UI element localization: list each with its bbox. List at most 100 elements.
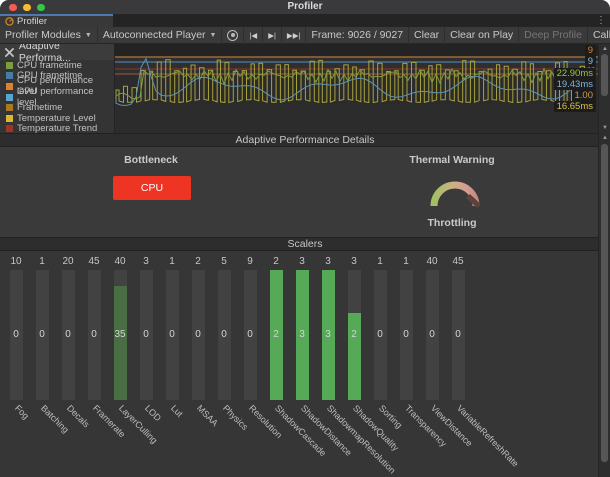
prev-frame-icon: |◀ (249, 31, 257, 40)
scaler-column-ShadowDistance: 33ShadowDistance (289, 251, 315, 477)
scaler-column-Batching: 10Batching (29, 251, 55, 477)
scaler-current-level: 2 (263, 329, 289, 340)
scaler-max-level: 9 (237, 256, 263, 267)
legend-swatch-icon (6, 125, 13, 132)
scaler-max-level: 45 (81, 256, 107, 267)
scaler-max-level: 10 (3, 256, 29, 267)
frametime-chart[interactable]: 9922.90ms19.43ms1.0016.65ms (115, 44, 598, 133)
scroll-up-icon[interactable]: ▲ (599, 135, 610, 141)
scaler-column-Framerate: 450Framerate (81, 251, 107, 477)
scaler-current-level: 3 (315, 329, 341, 340)
scaler-current-level: 0 (29, 329, 55, 340)
legend-swatch-icon (6, 72, 13, 79)
module-header-adaptive-performance[interactable]: Adaptive Performa... (0, 44, 114, 60)
scroll-up-icon[interactable]: ▲ (599, 46, 610, 52)
scaler-max-level: 3 (133, 256, 159, 267)
scroll-down-icon[interactable]: ▼ (599, 125, 610, 131)
profiler-window: Profiler Profiler ⋮ Profiler Modules ▼ A… (0, 0, 610, 477)
legend-swatch-icon (6, 83, 13, 90)
tools-icon (4, 47, 15, 58)
chevron-down-icon: ▼ (210, 32, 217, 39)
scaler-column-ShadowmapResolution: 33ShadowmapResolution (315, 251, 341, 477)
clear-button[interactable]: Clear (409, 27, 445, 44)
module-panel: Adaptive Performa... CPU frametimeGPU fr… (0, 44, 115, 133)
profiler-modules-dropdown[interactable]: Profiler Modules ▼ (0, 27, 98, 44)
scaler-current-level: 0 (133, 329, 159, 340)
scaler-fill (348, 313, 361, 400)
scaler-name: Lut (169, 403, 185, 419)
scaler-current-level: 2 (341, 329, 367, 340)
scaler-current-level: 0 (237, 329, 263, 340)
scaler-current-level: 0 (367, 329, 393, 340)
scaler-fill (114, 286, 127, 400)
prev-frame-button[interactable]: |◀ (244, 27, 263, 44)
toolbar: Profiler Modules ▼ Autoconnected Player … (0, 27, 610, 44)
scaler-current-level: 0 (419, 329, 445, 340)
legend-label: Temperature Level (17, 113, 96, 124)
scaler-column-Fog: 100Fog (3, 251, 29, 477)
scaler-column-LOD: 30LOD (133, 251, 159, 477)
thermal-gauge-icon (425, 171, 485, 213)
next-frame-button[interactable]: ▶| (263, 27, 282, 44)
legend-item[interactable]: Temperature Level (0, 113, 114, 124)
scaler-column-LayerCulling: 4035LayerCulling (107, 251, 133, 477)
chart-value-badge: 9 (585, 56, 596, 67)
thermal-warning-label: Thermal Warning (392, 154, 512, 166)
frame-counter: Frame: 9026 / 9027 (306, 27, 409, 44)
legend-label: CPU frametime (17, 60, 82, 71)
legend-label: Temperature Trend (17, 123, 97, 133)
chart-canvas (115, 44, 598, 133)
legend-item[interactable]: GPU performance level (0, 92, 114, 103)
scaler-column-Transparency: 10Transparency (393, 251, 419, 477)
profiler-gauge-icon (5, 17, 14, 26)
legend: CPU frametimeGPU frametimeCPU performanc… (0, 60, 114, 133)
scalers-panel: 100Fog10Batching200Decals450Framerate403… (0, 251, 598, 477)
module-scrollbar[interactable]: ▲ ▼ (598, 44, 610, 133)
chart-value-badge: 22.90ms (554, 68, 596, 79)
main-scrollbar[interactable]: ▲ (598, 133, 610, 477)
call-stacks-dropdown[interactable]: Call Stacks ▼ (588, 27, 610, 44)
bottleneck-status-badge: CPU (113, 176, 191, 200)
title-bar: Profiler (0, 0, 610, 14)
scaler-column-VariableRefreshRate: 450VariableRefreshRate (445, 251, 471, 477)
legend-swatch-icon (6, 62, 13, 69)
legend-swatch-icon (6, 104, 13, 111)
scaler-column-Decals: 200Decals (55, 251, 81, 477)
target-player-label: Autoconnected Player (103, 29, 206, 41)
window-title: Profiler (0, 0, 610, 14)
scaler-name: VariableRefreshRate (455, 403, 521, 469)
scaler-current-level: 0 (445, 329, 471, 340)
chart-value-badge: 1.00 (572, 90, 597, 101)
chart-value-badge: 19.43ms (554, 79, 596, 90)
clear-on-play-button[interactable]: Clear on Play (445, 27, 519, 44)
call-stacks-label: Call Stacks (593, 29, 610, 41)
scaler-column-MSAA: 20MSAA (185, 251, 211, 477)
scrollbar-thumb[interactable] (601, 144, 608, 462)
legend-item[interactable]: Temperature Trend (0, 124, 114, 133)
deep-profile-button[interactable]: Deep Profile (519, 27, 588, 44)
target-player-dropdown[interactable]: Autoconnected Player ▼ (98, 27, 223, 44)
bottleneck-label: Bottleneck (91, 154, 211, 166)
scaler-column-Lut: 10Lut (159, 251, 185, 477)
current-frame-icon: ▶▶| (287, 31, 300, 40)
scaler-max-level: 1 (29, 256, 55, 267)
profiler-modules-label: Profiler Modules (5, 29, 81, 41)
scalers-section-header: Scalers (0, 237, 610, 251)
scaler-current-level: 0 (185, 329, 211, 340)
tab-profiler[interactable]: Profiler (0, 14, 113, 27)
scaler-max-level: 40 (419, 256, 445, 267)
scaler-current-level: 0 (159, 329, 185, 340)
current-frame-button[interactable]: ▶▶| (282, 27, 306, 44)
scaler-max-level: 3 (315, 256, 341, 267)
record-button[interactable] (222, 27, 244, 44)
tab-bar: Profiler ⋮ (0, 14, 610, 27)
scaler-column-ShadowCascade: 22ShadowCascade (263, 251, 289, 477)
scrollbar-thumb[interactable] (601, 54, 608, 96)
scaler-current-level: 0 (81, 329, 107, 340)
scaler-column-Physics: 50Physics (211, 251, 237, 477)
legend-label: Frametime (17, 102, 62, 113)
tab-label: Profiler (17, 16, 47, 27)
scaler-max-level: 1 (367, 256, 393, 267)
scaler-max-level: 45 (445, 256, 471, 267)
tab-menu-icon[interactable]: ⋮ (596, 14, 606, 27)
